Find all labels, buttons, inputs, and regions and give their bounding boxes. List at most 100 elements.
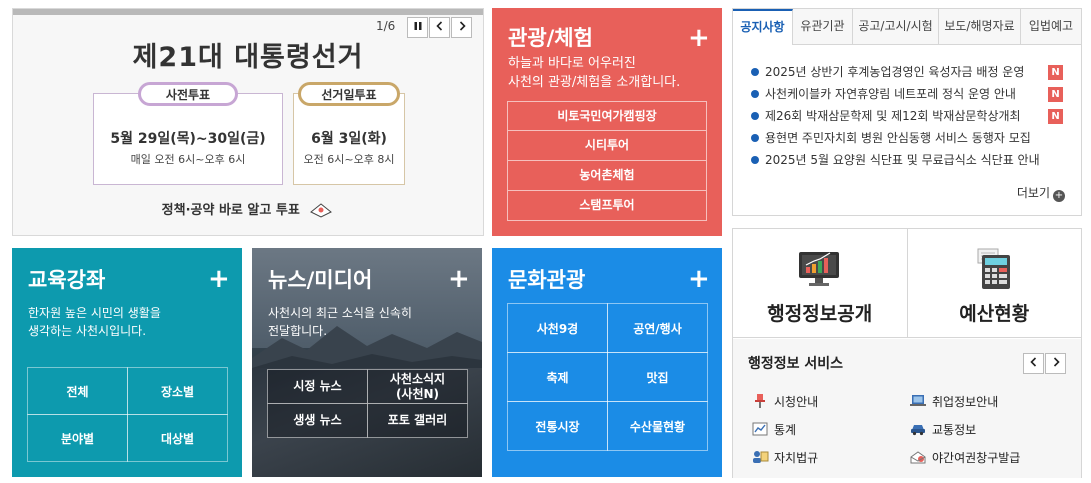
service-statistics[interactable]: 통계 — [751, 421, 796, 438]
law-icon — [753, 451, 769, 463]
news-item-live-news[interactable]: 생생 뉴스 — [267, 403, 368, 438]
pin-icon — [755, 394, 765, 408]
culture-item-restaurants[interactable]: 맛집 — [607, 352, 708, 402]
chevron-right-icon[interactable] — [1045, 353, 1066, 374]
notice-text[interactable]: 제26회 박재삼문학제 및 제12회 박재삼문학상개최 — [765, 105, 1033, 127]
tab-related-agencies[interactable]: 유관기관 — [793, 9, 853, 44]
new-badge: N — [1048, 65, 1063, 80]
election-day-time: 오전 6시~오후 8시 — [303, 153, 395, 166]
news-more-plus-icon[interactable]: + — [448, 266, 470, 292]
list-item[interactable]: 2025년 상반기 후계농업경영인 육성자금 배정 운영 N — [751, 61, 1063, 83]
edu-title[interactable]: 교육강좌 — [28, 264, 105, 294]
service-traffic[interactable]: 교통정보 — [909, 421, 976, 438]
notice-text[interactable]: 2025년 5월 요양원 식단표 및 무료급식소 식단표 안내 — [765, 149, 1047, 171]
edu-item-by-target[interactable]: 대상별 — [127, 414, 228, 462]
new-badge: N — [1048, 109, 1063, 124]
bullet-icon — [751, 90, 759, 98]
culture-item-markets[interactable]: 전통시장 — [507, 401, 608, 451]
edu-item-by-field[interactable]: 분야별 — [27, 414, 128, 462]
car-icon — [911, 425, 925, 436]
bullet-icon — [751, 156, 759, 164]
news-desc-line1: 사천시의 최근 소식을 신속히 — [268, 306, 412, 320]
news-desc: 사천시의 최근 소식을 신속히 전달합니다. — [268, 304, 412, 340]
notice-more-link[interactable]: 더보기 + — [1017, 184, 1065, 202]
election-banner[interactable]: 제21대 대통령선거 1/6 사전투표 5월 29일(목)~30일(금) 매일 … — [12, 8, 484, 236]
tour-desc-line2: 사천의 관광/체험을 소개합니다. — [508, 75, 681, 90]
news-item-newsletter[interactable]: 사천소식지 (사천N) — [367, 369, 468, 404]
tab-notice[interactable]: 공지사항 — [733, 9, 793, 45]
news-panel: 뉴스/미디어 + 사천시의 최근 소식을 신속히 전달합니다. 시정 뉴스 사천… — [252, 248, 482, 477]
edu-desc-line2: 생각하는 사천시입니다. — [28, 324, 147, 338]
list-item[interactable]: 2025년 5월 요양원 식단표 및 무료급식소 식단표 안내 — [751, 149, 1063, 171]
notice-panel: 공지사항 유관기관 공고/고시/시험 보도/해명자료 입법예고 2025년 상반… — [732, 8, 1082, 216]
chevron-right-icon[interactable] — [451, 17, 472, 38]
pre-vote-label: 사전투표 — [138, 82, 238, 106]
pause-icon[interactable] — [407, 17, 428, 38]
service-label: 취업정보안내 — [932, 395, 999, 409]
news-grid: 시정 뉴스 사천소식지 (사천N) 생생 뉴스 포토 갤러리 — [267, 369, 468, 438]
open-info-label: 행정정보공개 — [767, 303, 873, 325]
notice-tabs: 공지사항 유관기관 공고/고시/시험 보도/해명자료 입법예고 — [733, 9, 1081, 45]
culture-more-plus-icon[interactable]: + — [688, 266, 710, 292]
chevron-left-icon[interactable] — [429, 17, 450, 38]
pre-vote-date: 5월 29일(목)~30일(금) — [110, 131, 266, 147]
banner-footer-text: 정책·공약 바로 알고 투표 — [161, 203, 300, 218]
tab-legislation[interactable]: 입법예고 — [1021, 9, 1081, 44]
budget-link[interactable]: 예산현황 — [906, 229, 1082, 337]
service-jobs[interactable]: 취업정보안내 — [909, 393, 998, 410]
tour-item-city-tour[interactable]: 시티투어 — [507, 131, 707, 161]
edu-item-by-place[interactable]: 장소별 — [127, 367, 228, 415]
service-label: 시청안내 — [774, 395, 819, 409]
edu-desc-line1: 한자원 높은 시민의 생활을 — [28, 306, 161, 320]
banner-pager: 1/6 — [376, 19, 396, 33]
bullet-icon — [751, 68, 759, 76]
tab-announcements[interactable]: 공고/고시/시험 — [853, 9, 939, 44]
service-label: 자치법규 — [774, 451, 819, 465]
tab-press[interactable]: 보도/해명자료 — [939, 9, 1021, 44]
chevron-left-icon[interactable] — [1023, 353, 1044, 374]
passport-icon — [910, 451, 926, 464]
culture-item-nine-views[interactable]: 사천9경 — [507, 303, 608, 353]
tour-panel: 관광/체험 + 하늘과 바다로 어우러진 사천의 관광/체험을 소개합니다. 비… — [492, 8, 722, 236]
tour-desc: 하늘과 바다로 어우러진 사천의 관광/체험을 소개합니다. — [508, 54, 680, 92]
news-item-city-news[interactable]: 시정 뉴스 — [267, 369, 368, 404]
notice-text[interactable]: 2025년 상반기 후계농업경영인 육성자금 배정 운영 — [765, 61, 1033, 83]
chart-icon — [752, 422, 768, 436]
tour-item-farm-experience[interactable]: 농어촌체험 — [507, 161, 707, 191]
notice-list: 2025년 상반기 후계농업경영인 육성자금 배정 운영 N 사천케이블카 자연… — [751, 61, 1063, 171]
open-info-link[interactable]: 행정정보공개 — [733, 229, 907, 337]
edu-item-all[interactable]: 전체 — [27, 367, 128, 415]
edu-desc: 한자원 높은 시민의 생활을 생각하는 사천시입니다. — [28, 304, 161, 340]
news-title[interactable]: 뉴스/미디어 — [268, 264, 372, 294]
list-item[interactable]: 용현면 주민자치회 병원 안심동행 서비스 동행자 모집 — [751, 127, 1063, 149]
tour-more-plus-icon[interactable]: + — [688, 25, 710, 51]
laptop-icon — [910, 395, 926, 406]
list-item[interactable]: 제26회 박재삼문학제 및 제12회 박재삼문학상개최 N — [751, 105, 1063, 127]
service-passport[interactable]: 야간여권창구발급 — [909, 449, 1020, 466]
culture-grid: 사천9경 공연/행사 축제 맛집 전통시장 수산물현황 — [507, 303, 708, 451]
calculator-icon — [977, 248, 1010, 289]
notice-text[interactable]: 용현면 주민자치회 병원 안심동행 서비스 동행자 모집 — [765, 127, 1047, 149]
list-item[interactable]: 사천케이블카 자연휴양림 네트포레 정식 운영 안내 N — [751, 83, 1063, 105]
election-day-label: 선거일투표 — [298, 82, 400, 106]
tour-title[interactable]: 관광/체험 — [508, 22, 593, 52]
tour-item-camping[interactable]: 비토국민여가캠핑장 — [507, 101, 707, 131]
culture-item-seafood[interactable]: 수산물현황 — [607, 401, 708, 451]
tour-item-stamp-tour[interactable]: 스탬프투어 — [507, 191, 707, 221]
admin-services: 행정정보 서비스 시청안내 취업정보안내 통계 교통정보 자치법규 야간여권창구… — [733, 339, 1081, 478]
plus-circle-icon: + — [1053, 190, 1065, 202]
culture-item-festivals[interactable]: 축제 — [507, 352, 608, 402]
notice-text[interactable]: 사천케이블카 자연휴양림 네트포레 정식 운영 안내 — [765, 83, 1033, 105]
service-city-hall[interactable]: 시청안내 — [751, 393, 818, 410]
edu-more-plus-icon[interactable]: + — [208, 266, 230, 292]
culture-item-performances[interactable]: 공연/행사 — [607, 303, 708, 353]
pre-vote-box: 사전투표 5월 29일(목)~30일(금) 매일 오전 6시~오후 6시 — [93, 82, 283, 185]
banner-footer: 정책·공약 바로 알고 투표 — [13, 199, 483, 218]
pre-vote-time: 매일 오전 6시~오후 6시 — [130, 153, 246, 166]
admin-info-panel: 행정정보공개 예산현황 행정정보 서비스 시청안내 취업정보안내 통계 교통정보… — [732, 228, 1082, 478]
culture-title[interactable]: 문화관광 — [508, 264, 585, 294]
banner-top-bar — [13, 9, 483, 15]
news-item-photo-gallery[interactable]: 포토 갤러리 — [367, 403, 468, 438]
service-bylaws[interactable]: 자치법규 — [751, 449, 818, 466]
election-day-date: 6월 3일(화) — [311, 131, 387, 147]
